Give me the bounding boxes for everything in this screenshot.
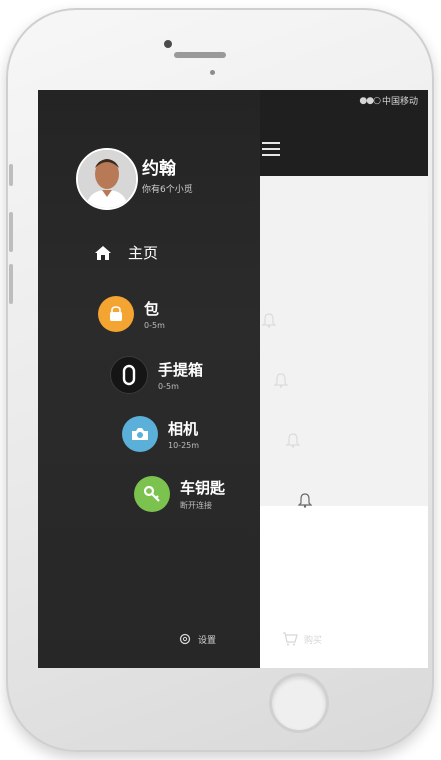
device-item-bag[interactable]: 包 0-5m <box>98 296 165 332</box>
side-drawer: 约翰 你有6个小觅 主页 包 0-5m 手提箱 0-5m 相机 10-25m 车… <box>38 90 312 668</box>
gear-icon <box>179 633 191 645</box>
menu-icon[interactable] <box>262 142 280 156</box>
device-item-suitcase[interactable]: 手提箱 0-5m <box>110 356 203 394</box>
device-range: 10-25m <box>168 441 200 450</box>
shop-label: 购买 <box>304 635 323 646</box>
nav-item-home[interactable]: 主页 <box>94 242 158 263</box>
device-range: 0-5m <box>144 321 165 330</box>
proximity-sensor <box>210 70 215 75</box>
settings-button[interactable]: 设置 <box>178 632 216 646</box>
home-button[interactable] <box>272 676 326 730</box>
settings-label: 设置 <box>198 635 217 646</box>
phone-frame: i 提醒 钱包 钱包 约翰 你有6个小觅 主页 <box>6 8 434 752</box>
bell-icon[interactable] <box>274 372 288 388</box>
shop-button[interactable]: 购买 <box>282 632 322 646</box>
bell-icon[interactable] <box>286 432 300 448</box>
cart-icon <box>283 632 298 646</box>
drawer-bottom-bar: 设置 <box>38 630 260 660</box>
device-name: 相机 <box>168 420 199 438</box>
carrier-name: 中国移动 <box>381 97 418 107</box>
screen: i 提醒 钱包 钱包 约翰 你有6个小觅 主页 <box>38 90 428 668</box>
device-name: 包 <box>144 300 160 318</box>
device-name: 手提箱 <box>158 361 204 379</box>
volume-down-button <box>9 264 13 304</box>
main-content-panel <box>260 176 428 668</box>
device-item-car-key[interactable]: 车钥匙 断开连接 <box>134 476 225 512</box>
device-name: 车钥匙 <box>180 479 226 497</box>
status-bar: ●●○ 中国移动 <box>359 94 418 108</box>
home-icon <box>95 245 111 260</box>
nav-home-label: 主页 <box>128 244 159 262</box>
camera-icon <box>122 416 158 452</box>
device-item-camera[interactable]: 相机 10-25m <box>122 416 199 452</box>
volume-up-button <box>9 212 13 252</box>
profile-name: 约翰 <box>142 159 176 179</box>
mute-switch <box>9 164 13 186</box>
bell-icon[interactable] <box>262 312 276 328</box>
profile-subtitle: 你有6个小觅 <box>142 185 193 195</box>
bag-icon <box>98 296 134 332</box>
bell-icon[interactable] <box>298 492 312 508</box>
signal-strength: ●●○ <box>359 95 381 106</box>
key-icon <box>134 476 170 512</box>
front-camera <box>164 40 172 48</box>
tag-icon <box>110 356 148 394</box>
device-range: 断开连接 <box>180 501 212 510</box>
avatar[interactable] <box>76 148 138 210</box>
device-range: 0-5m <box>158 382 179 391</box>
earpiece-speaker <box>174 52 226 58</box>
